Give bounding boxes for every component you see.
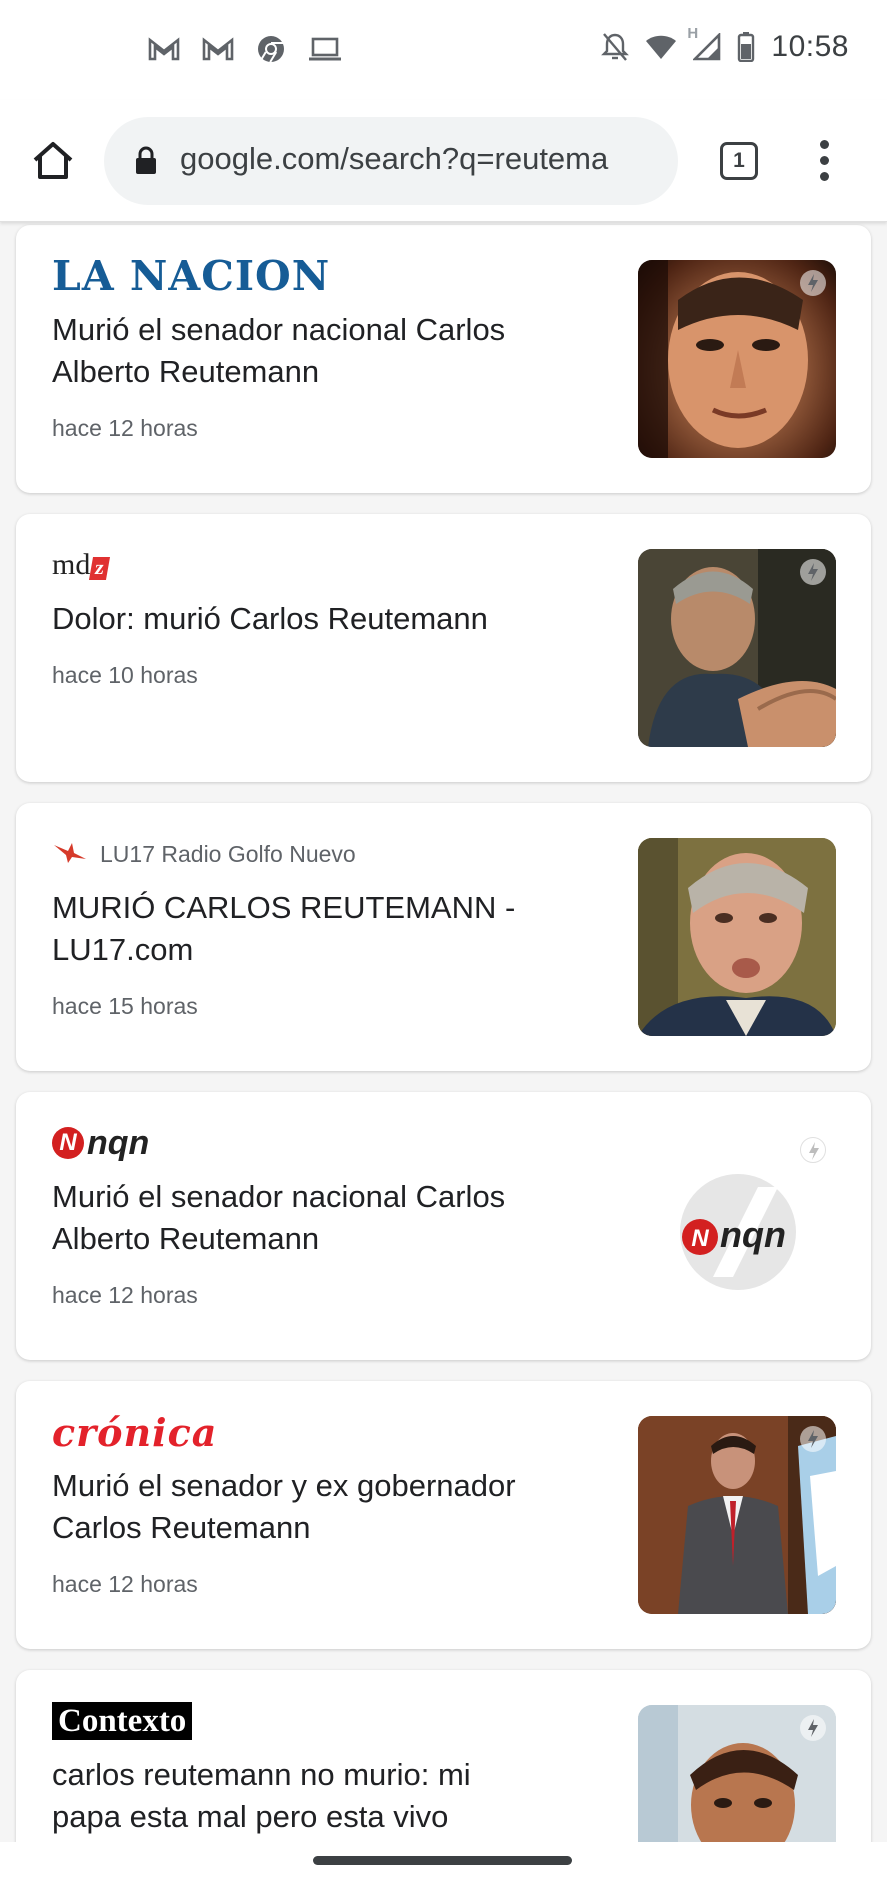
url-text[interactable]: google.com/search?q=reutema [180, 141, 660, 177]
news-card[interactable]: N nqn Murió el senador nacional Carlos A… [16, 1092, 871, 1360]
wifi-icon [645, 34, 677, 60]
thumbnail-image[interactable] [638, 1705, 836, 1842]
browser-toolbar: google.com/search?q=reutema 1 [0, 100, 887, 222]
portrait-face [638, 838, 836, 1036]
clock: 10:58 [771, 30, 849, 63]
source-logo: Contexto [52, 1698, 193, 1744]
mdz-logo: md z [52, 548, 111, 582]
address-bar[interactable]: google.com/search?q=reutema [104, 117, 678, 205]
timestamp: hace 12 horas [52, 1282, 198, 1308]
news-card[interactable]: Contexto carlos reutemann no murio: mi p… [16, 1670, 871, 1842]
source-logo: N nqn [52, 1120, 149, 1166]
screen: H 10:58 google.com/search?q=reutema 1 LA… [0, 0, 887, 1889]
navigation-bar [0, 1842, 887, 1889]
svg-text:N: N [691, 1225, 709, 1252]
source-logo: LU17 Radio Golfo Nuevo [52, 831, 356, 877]
headline[interactable]: MURIÓ CARLOS REUTEMANN - LU17.com [52, 887, 532, 971]
battery-icon [737, 32, 755, 62]
timestamp: hace 15 horas [52, 993, 198, 1019]
source-logo: md z [52, 542, 111, 588]
dot-icon [819, 156, 829, 165]
notifications-off-icon [601, 32, 630, 62]
nqn-logo-icon: N [52, 1127, 84, 1159]
lu17-logo-icon [52, 841, 88, 868]
thumbnail-image[interactable] [638, 1416, 836, 1614]
thumbnail-image[interactable] [638, 260, 836, 458]
thumbnail-image[interactable] [638, 838, 836, 1036]
home-gesture-handle[interactable] [313, 1856, 572, 1865]
tab-switcher-button[interactable]: 1 [720, 142, 758, 180]
network-type-label: H [687, 25, 699, 42]
home-icon [33, 142, 73, 179]
contexto-logo: Contexto [52, 1702, 193, 1740]
home-button[interactable] [30, 138, 76, 184]
gmail-icon [148, 37, 180, 61]
source-logo: crónica [52, 1409, 217, 1455]
news-card[interactable]: md z Dolor: murió Carlos Reutemann hace 1… [16, 514, 871, 782]
headline[interactable]: Murió el senador y ex gobernador Carlos … [52, 1465, 532, 1549]
overflow-menu-button[interactable] [812, 140, 836, 184]
headline[interactable]: carlos reutemann no murio: mi papa esta … [52, 1754, 532, 1838]
thumbnail-image[interactable]: N nqn [638, 1127, 836, 1325]
chrome-icon [256, 34, 286, 64]
headline[interactable]: Murió el senador nacional Carlos Alberto… [52, 309, 532, 393]
source-logo: LA NACION [52, 252, 331, 300]
amp-icon [800, 1137, 826, 1163]
news-card[interactable]: LU17 Radio Golfo Nuevo MURIÓ CARLOS REUT… [16, 803, 871, 1071]
timestamp: hace 12 horas [52, 415, 198, 441]
timestamp: hace 12 horas [52, 1571, 198, 1597]
gmail-icon [202, 37, 234, 61]
amp-icon [800, 559, 826, 585]
lanacion-logo: LA NACION [52, 252, 331, 300]
amp-icon [800, 270, 826, 296]
lock-icon [134, 146, 158, 181]
dot-icon [819, 172, 829, 181]
headline[interactable]: Murió el senador nacional Carlos Alberto… [52, 1176, 532, 1260]
nqn-logo: N nqn [52, 1124, 149, 1163]
status-bar: H 10:58 [0, 0, 887, 100]
source-name: LU17 Radio Golfo Nuevo [100, 840, 356, 867]
news-feed[interactable]: LA NACION Murió el senador nacional Carl… [0, 222, 887, 1842]
cronica-logo: crónica [52, 1409, 218, 1455]
dot-icon [819, 140, 829, 149]
signal-icon: H [687, 25, 721, 61]
thumbnail-image[interactable] [638, 549, 836, 747]
headline[interactable]: Dolor: murió Carlos Reutemann [52, 598, 532, 640]
nqn-thumb-text: nqn [720, 1214, 786, 1255]
amp-icon [800, 1426, 826, 1452]
news-card[interactable]: crónica Murió el senador y ex gobernador… [16, 1381, 871, 1649]
timestamp: hace 10 horas [52, 662, 198, 688]
news-card[interactable]: LA NACION Murió el senador nacional Carl… [16, 225, 871, 493]
nqn-logo-text: nqn [87, 1123, 150, 1162]
laptop-icon [308, 37, 342, 61]
amp-icon [800, 1715, 826, 1741]
